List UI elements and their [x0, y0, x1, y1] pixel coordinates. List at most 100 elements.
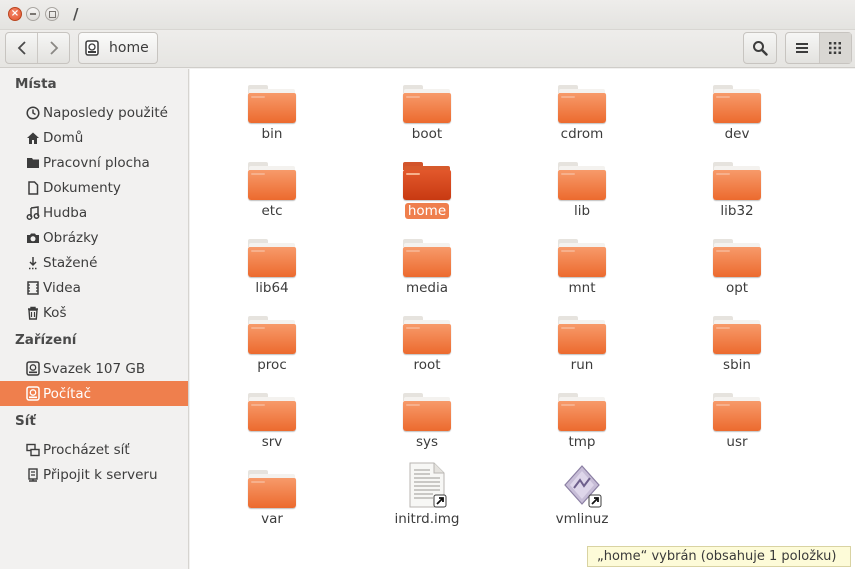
- file-item[interactable]: cdrom: [522, 85, 642, 142]
- file-item[interactable]: dev: [677, 85, 797, 142]
- clock-icon: [25, 105, 41, 121]
- sidebar-item-downloads[interactable]: Stažené: [0, 250, 188, 275]
- file-label: bin: [261, 126, 283, 142]
- file-item[interactable]: bin: [212, 85, 332, 142]
- search-button[interactable]: [743, 32, 777, 64]
- file-item[interactable]: sys: [367, 393, 487, 450]
- file-label: lib64: [255, 280, 289, 296]
- minimize-window-button[interactable]: [26, 7, 40, 21]
- sidebar-item-trash[interactable]: Koš: [0, 300, 188, 325]
- sidebar: Místa Naposledy použité Domů Pracovní pl…: [0, 69, 189, 569]
- folder-icon: [403, 85, 451, 123]
- sidebar-section-places: Místa: [15, 76, 57, 92]
- file-item[interactable]: lib32: [677, 162, 797, 219]
- sidebar-item-music[interactable]: Hudba: [0, 200, 188, 225]
- sidebar-item-label: Dokumenty: [43, 179, 121, 196]
- file-label: boot: [411, 126, 443, 142]
- sidebar-item-label: Pracovní plocha: [43, 154, 150, 171]
- nav-button-group: [5, 32, 70, 64]
- folder-icon: [713, 85, 761, 123]
- folder-icon: [558, 316, 606, 354]
- chevron-left-icon: [17, 41, 26, 55]
- folder-icon: [558, 239, 606, 277]
- toolbar: home: [0, 30, 855, 68]
- text-document-link-icon: [409, 462, 447, 508]
- file-item[interactable]: tmp: [522, 393, 642, 450]
- sidebar-item-recent[interactable]: Naposledy použité: [0, 100, 188, 125]
- window-title: /: [73, 5, 79, 23]
- drive-icon: [25, 386, 41, 402]
- trash-icon: [25, 305, 41, 321]
- list-view-button[interactable]: [786, 33, 819, 63]
- path-bar-label: home: [109, 40, 149, 56]
- film-icon: [25, 280, 41, 296]
- back-button[interactable]: [6, 33, 37, 63]
- drive-icon: [85, 40, 99, 56]
- folder-icon: [248, 239, 296, 277]
- file-item[interactable]: etc: [212, 162, 332, 219]
- sidebar-item-documents[interactable]: Dokumenty: [0, 175, 188, 200]
- sidebar-section-network: Síť: [15, 413, 36, 429]
- sidebar-item-home[interactable]: Domů: [0, 125, 188, 150]
- file-item[interactable]: srv: [212, 393, 332, 450]
- file-item[interactable]: lib: [522, 162, 642, 219]
- file-item[interactable]: mnt: [522, 239, 642, 296]
- forward-button[interactable]: [37, 33, 69, 63]
- file-item[interactable]: media: [367, 239, 487, 296]
- folder-icon: [248, 162, 296, 200]
- grid-view-button[interactable]: [818, 33, 851, 63]
- file-item[interactable]: root: [367, 316, 487, 373]
- file-item[interactable]: usr: [677, 393, 797, 450]
- sidebar-item-label: Naposledy použité: [43, 104, 168, 121]
- network-icon: [25, 442, 41, 458]
- sidebar-item-browse-network[interactable]: Procházet síť: [0, 437, 188, 462]
- sidebar-item-videos[interactable]: Videa: [0, 275, 188, 300]
- binary-file-link-icon: [564, 465, 602, 508]
- path-bar-home[interactable]: home: [78, 32, 158, 64]
- file-label: cdrom: [560, 126, 604, 142]
- folder-icon: [403, 162, 451, 200]
- file-label: sys: [415, 434, 439, 450]
- close-window-button[interactable]: ×: [8, 7, 22, 21]
- sidebar-item-label: Počítač: [43, 385, 92, 402]
- file-label: srv: [261, 434, 283, 450]
- home-icon: [25, 130, 41, 146]
- file-label: sbin: [723, 357, 751, 373]
- folder-icon: [248, 85, 296, 123]
- sidebar-item-computer[interactable]: Počítač: [0, 381, 188, 406]
- file-item[interactable]: boot: [367, 85, 487, 142]
- file-item[interactable]: initrd.img: [367, 462, 487, 527]
- folder-icon: [713, 239, 761, 277]
- folder-icon: [248, 470, 296, 508]
- file-label: initrd.img: [394, 511, 460, 527]
- document-icon: [25, 180, 41, 196]
- desktop-folder-icon: [25, 155, 41, 171]
- sidebar-item-label: Domů: [43, 129, 84, 146]
- download-icon: [25, 255, 41, 271]
- file-item[interactable]: home: [367, 162, 487, 219]
- sidebar-item-volume[interactable]: Svazek 107 GB: [0, 356, 188, 381]
- camera-icon: [25, 230, 41, 246]
- file-label: etc: [261, 203, 283, 219]
- file-label: run: [570, 357, 594, 373]
- file-item[interactable]: lib64: [212, 239, 332, 296]
- selection-status: „home“ vybrán (obsahuje 1 položku): [587, 546, 851, 567]
- file-label: opt: [725, 280, 749, 296]
- file-label: usr: [726, 434, 748, 450]
- file-item[interactable]: proc: [212, 316, 332, 373]
- file-label: root: [413, 357, 441, 373]
- file-item[interactable]: opt: [677, 239, 797, 296]
- folder-icon: [713, 393, 761, 431]
- file-item[interactable]: sbin: [677, 316, 797, 373]
- file-item[interactable]: var: [212, 470, 332, 527]
- folder-icon: [558, 393, 606, 431]
- folder-icon: [248, 393, 296, 431]
- maximize-window-button[interactable]: [45, 7, 59, 21]
- file-item[interactable]: run: [522, 316, 642, 373]
- file-item[interactable]: vmlinuz: [522, 462, 642, 527]
- sidebar-section-devices: Zařízení: [15, 332, 77, 348]
- sidebar-item-desktop[interactable]: Pracovní plocha: [0, 150, 188, 175]
- sidebar-item-connect-server[interactable]: Připojit k serveru: [0, 462, 188, 487]
- sidebar-item-pictures[interactable]: Obrázky: [0, 225, 188, 250]
- folder-icon: [713, 316, 761, 354]
